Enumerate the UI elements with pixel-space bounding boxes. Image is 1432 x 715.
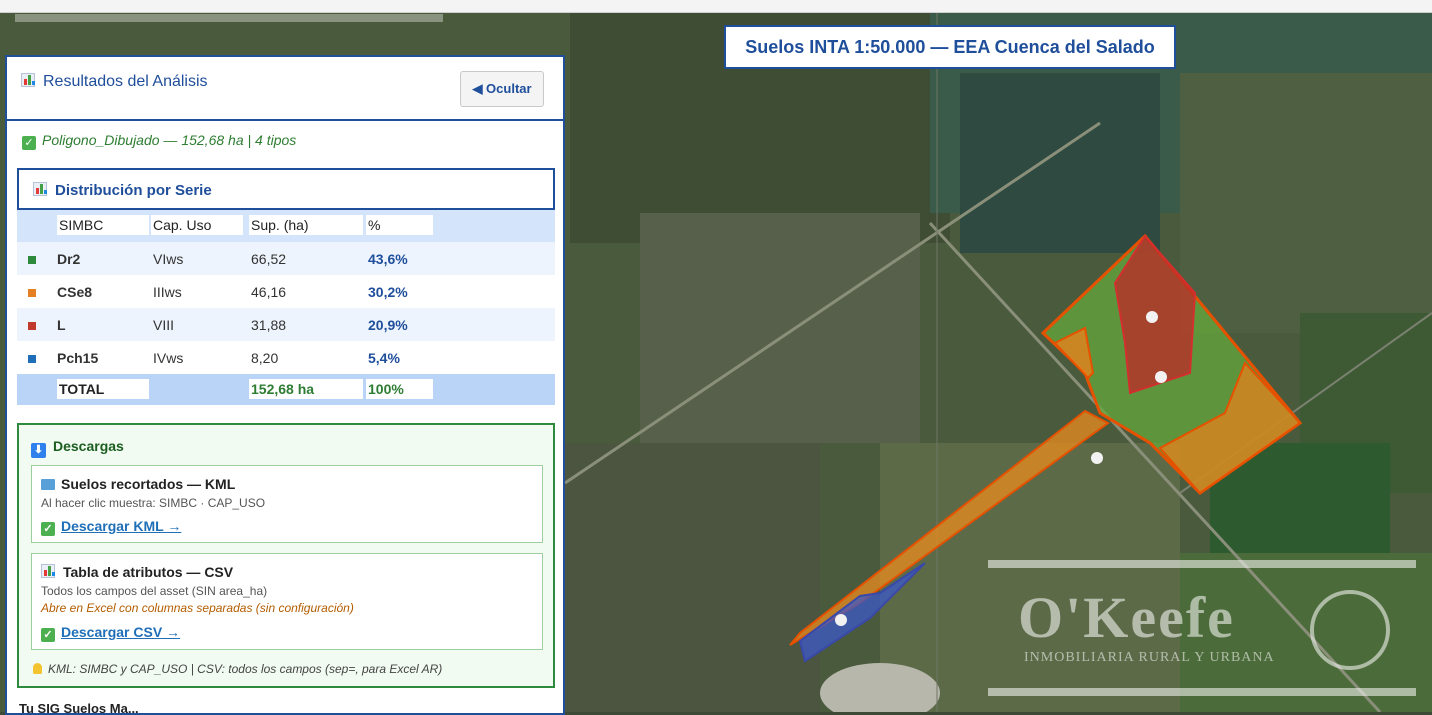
total-label: TOTAL bbox=[57, 379, 149, 399]
kml-card-desc: Al hacer clic muestra: SIMBC · CAP_USO bbox=[41, 496, 266, 510]
table-total-row: TOTAL 152,68 ha 100% bbox=[17, 374, 555, 405]
kml-card-title: Suelos recortados — KML bbox=[41, 476, 235, 492]
cell-sup: 8,20 bbox=[251, 349, 279, 366]
col-header-pct: % bbox=[366, 215, 433, 235]
cell-cap-uso: VIII bbox=[153, 316, 175, 333]
watermark-bottom-line bbox=[988, 688, 1416, 696]
check-icon: ✓ bbox=[22, 136, 36, 150]
csv-card-desc: Todos los campos del asset (SIN area_ha) bbox=[41, 584, 268, 598]
download-kml-text: Descargar KML → bbox=[61, 518, 182, 534]
next-section-title: Tu SIG Suelos Ma... bbox=[19, 701, 139, 715]
distribution-title: Distribución por Serie bbox=[17, 168, 555, 210]
map-icon bbox=[41, 479, 55, 490]
watermark-name: O'Keefe bbox=[1018, 585, 1235, 650]
download-csv-link[interactable]: ✓ Descargar CSV → bbox=[41, 624, 180, 642]
kml-card-title-text: Suelos recortados — KML bbox=[61, 476, 236, 492]
panel-header: Resultados del Análisis ◀ Ocultar bbox=[7, 57, 563, 121]
downloads-footnote-text: KML: SIMBC y CAP_USO | CSV: todos los ca… bbox=[48, 662, 443, 676]
cell-simbc: Dr2 bbox=[57, 250, 81, 267]
col-header-sup: Sup. (ha) bbox=[249, 215, 363, 235]
csv-card-note: Abre en Excel con columnas separadas (si… bbox=[41, 601, 354, 615]
cell-cap-uso: IVws bbox=[153, 349, 184, 366]
panel-title-text: Resultados del Análisis bbox=[43, 73, 208, 90]
panel-title: Resultados del Análisis bbox=[21, 73, 208, 91]
check-icon: ✓ bbox=[41, 628, 55, 642]
cell-simbc: CSe8 bbox=[57, 283, 93, 300]
csv-card-title-text: Tabla de atributos — CSV bbox=[63, 564, 234, 580]
cell-sup: 66,52 bbox=[251, 250, 287, 267]
cell-cap-uso: IIIws bbox=[153, 283, 182, 300]
downloads-title: ⬇ Descargas bbox=[31, 438, 124, 458]
check-icon: ✓ bbox=[41, 522, 55, 536]
table-row: Dr2 VIws 66,52 43,6% bbox=[17, 242, 555, 275]
table-row: Pch15 IVws 8,20 5,4% bbox=[17, 341, 555, 374]
results-panel: Resultados del Análisis ◀ Ocultar ✓ Polig… bbox=[5, 55, 565, 715]
csv-card-title: Tabla de atributos — CSV bbox=[41, 564, 233, 580]
watermark: O'Keefe INMOBILIARIA RURAL Y URBANA bbox=[988, 560, 1418, 700]
table-row: CSe8 IIIws 46,16 30,2% bbox=[17, 275, 555, 308]
table-row: L VIII 31,88 20,9% bbox=[17, 308, 555, 341]
cell-cap-uso: VIws bbox=[153, 250, 184, 267]
cell-pct: 43,6% bbox=[368, 250, 408, 267]
distribution-title-text: Distribución por Serie bbox=[55, 182, 212, 199]
polygon-summary: ✓ Poligono_Dibujado — 152,68 ha | 4 tipos bbox=[22, 132, 296, 150]
download-arrow-icon: ⬇ bbox=[31, 443, 46, 458]
soil-series-table: SIMBC Cap. Uso Sup. (ha) % Dr2 VIws 66,5… bbox=[17, 210, 555, 405]
cell-sup: 46,16 bbox=[251, 283, 287, 300]
kml-download-card: Suelos recortados — KML Al hacer clic mu… bbox=[31, 465, 543, 543]
table-header-row: SIMBC Cap. Uso Sup. (ha) % bbox=[17, 210, 555, 242]
polygon-summary-text: Poligono_Dibujado — 152,68 ha | 4 tipos bbox=[42, 132, 297, 148]
chart-icon bbox=[21, 73, 35, 87]
lightbulb-icon bbox=[33, 663, 42, 674]
cell-pct: 20,9% bbox=[368, 316, 408, 333]
download-kml-link[interactable]: ✓ Descargar KML → bbox=[41, 518, 181, 536]
hide-panel-button[interactable]: ◀ Ocultar bbox=[460, 71, 544, 107]
cell-pct: 30,2% bbox=[368, 283, 408, 300]
chart-icon bbox=[33, 182, 47, 196]
shamrock-logo-icon bbox=[1310, 590, 1390, 670]
cell-simbc: Pch15 bbox=[57, 349, 99, 366]
map-layer-title: Suelos INTA 1:50.000 — EEA Cuenca del Sa… bbox=[724, 25, 1176, 69]
cell-sup: 31,88 bbox=[251, 316, 287, 333]
watermark-tagline: INMOBILIARIA RURAL Y URBANA bbox=[1024, 650, 1275, 665]
color-swatch bbox=[28, 256, 36, 264]
color-swatch bbox=[28, 355, 36, 363]
cell-pct: 5,4% bbox=[368, 349, 400, 366]
col-header-cap-uso: Cap. Uso bbox=[151, 215, 243, 235]
downloads-title-text: Descargas bbox=[53, 438, 124, 454]
watermark-top-line bbox=[988, 560, 1416, 568]
total-sup: 152,68 ha bbox=[249, 379, 363, 399]
watermark-strip bbox=[15, 14, 443, 22]
color-swatch bbox=[28, 322, 36, 330]
total-pct: 100% bbox=[366, 379, 433, 399]
chart-icon bbox=[41, 564, 55, 578]
csv-download-card: Tabla de atributos — CSV Todos los campo… bbox=[31, 553, 543, 650]
download-csv-text: Descargar CSV → bbox=[61, 624, 181, 640]
browser-top-strip bbox=[0, 0, 1432, 13]
col-header-simbc: SIMBC bbox=[57, 215, 149, 235]
color-swatch bbox=[28, 289, 36, 297]
downloads-footnote: KML: SIMBC y CAP_USO | CSV: todos los ca… bbox=[33, 662, 442, 676]
downloads-section: ⬇ Descargas Suelos recortados — KML Al ha… bbox=[17, 423, 555, 688]
cell-simbc: L bbox=[57, 316, 66, 333]
